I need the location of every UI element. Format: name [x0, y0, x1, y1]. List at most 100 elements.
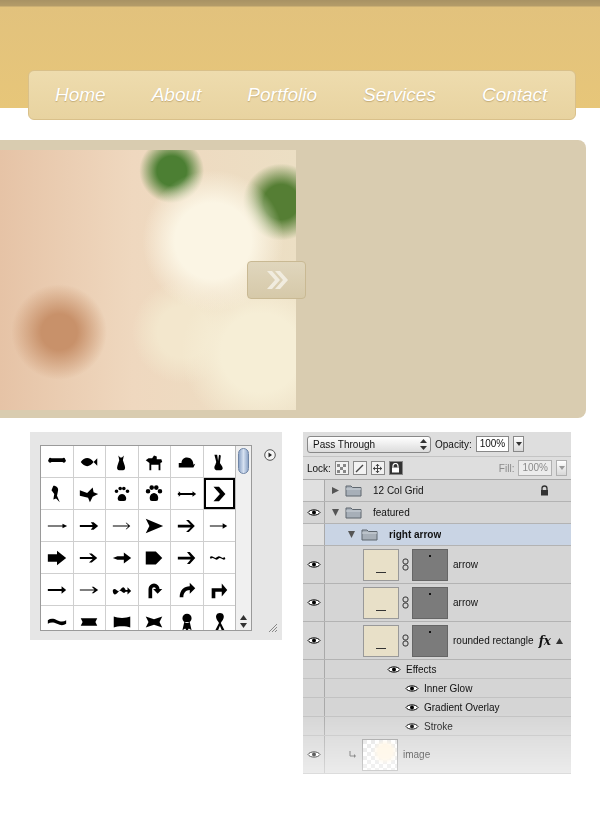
layer-row[interactable]: image: [303, 736, 571, 774]
layer-name: right arrow: [389, 529, 441, 540]
nav-link[interactable]: Home: [55, 84, 106, 106]
link-icon[interactable]: [402, 634, 409, 647]
nav-link[interactable]: Contact: [482, 84, 547, 106]
visibility-toggle[interactable]: [303, 736, 325, 773]
shape-icon: [143, 547, 165, 569]
link-icon[interactable]: [402, 596, 409, 609]
lock-label: Lock:: [307, 463, 331, 474]
nav-link[interactable]: Services: [363, 84, 436, 106]
move-icon: [373, 464, 382, 473]
scrollbar[interactable]: [235, 446, 251, 630]
updown-icon: [420, 439, 427, 450]
blend-mode-dropdown[interactable]: Pass Through: [307, 436, 431, 453]
shape-cell[interactable]: [139, 510, 171, 541]
visibility-toggle[interactable]: [303, 546, 325, 583]
lock-position-button[interactable]: [371, 461, 385, 475]
next-arrow-button[interactable]: [247, 261, 306, 299]
visibility-toggle[interactable]: [303, 480, 325, 501]
shape-cell[interactable]: [204, 478, 236, 509]
shape-cell[interactable]: [171, 446, 203, 477]
effects-row[interactable]: Effects: [303, 660, 571, 679]
effect-row[interactable]: Inner Glow: [303, 679, 571, 698]
shape-cell[interactable]: [204, 542, 236, 573]
shape-cell[interactable]: [171, 478, 203, 509]
shape-cell[interactable]: [41, 574, 73, 605]
shape-icon: [111, 611, 133, 631]
disclosure-triangle-icon[interactable]: [331, 486, 340, 495]
layer-thumbnail: [362, 739, 398, 771]
layer-row[interactable]: right arrow: [303, 524, 571, 546]
disclosure-triangle-icon[interactable]: [331, 508, 340, 517]
shape-cell[interactable]: [139, 606, 171, 630]
shape-icon: [111, 547, 133, 569]
effects-badge[interactable]: fx: [539, 634, 551, 648]
shape-cell[interactable]: [139, 478, 171, 509]
disclosure-triangle-icon[interactable]: [347, 530, 356, 539]
shape-cell[interactable]: [106, 478, 138, 509]
effects-toggle-icon[interactable]: [556, 638, 563, 644]
shape-cell[interactable]: [74, 446, 106, 477]
layer-list: 12 Col Grid featured right arrow arrow a…: [303, 480, 571, 774]
shape-cell[interactable]: [41, 510, 73, 541]
custom-shape-picker: [30, 432, 282, 640]
lock-pixels-button[interactable]: [353, 461, 367, 475]
shape-cell[interactable]: [74, 510, 106, 541]
shape-cell[interactable]: [74, 574, 106, 605]
shape-cell[interactable]: [74, 478, 106, 509]
shape-cell[interactable]: [41, 606, 73, 630]
visibility-toggle[interactable]: [303, 622, 325, 659]
shape-cell[interactable]: [41, 446, 73, 477]
shape-cell[interactable]: [74, 542, 106, 573]
fill-field[interactable]: 100%: [518, 460, 552, 476]
shape-icon: [176, 579, 198, 601]
layer-row[interactable]: arrow: [303, 546, 571, 584]
lock-transparency-button[interactable]: [335, 461, 349, 475]
eye-icon: [307, 636, 321, 645]
shape-cell[interactable]: [204, 446, 236, 477]
photoshop-panels: Pass Through Opacity: 100% Lock: Fill: 1…: [0, 432, 600, 774]
nav-link[interactable]: About: [152, 84, 202, 106]
layer-row[interactable]: 12 Col Grid: [303, 480, 571, 502]
shape-cell[interactable]: [204, 510, 236, 541]
layer-thumbnail: [363, 625, 399, 657]
layer-row[interactable]: featured: [303, 502, 571, 524]
shape-cell[interactable]: [171, 606, 203, 630]
scroll-up-icon[interactable]: [240, 615, 247, 620]
opacity-field[interactable]: 100%: [476, 436, 510, 452]
visibility-toggle[interactable]: [303, 524, 325, 545]
shape-cell[interactable]: [41, 478, 73, 509]
visibility-toggle[interactable]: [303, 502, 325, 523]
shape-cell[interactable]: [139, 574, 171, 605]
shape-cell[interactable]: [41, 542, 73, 573]
panel-menu-icon[interactable]: [264, 449, 276, 461]
layer-row[interactable]: rounded rectangle fx: [303, 622, 571, 660]
shape-cell[interactable]: [204, 574, 236, 605]
resize-grip-icon[interactable]: [268, 623, 278, 633]
effect-name: Gradient Overlay: [424, 702, 500, 713]
fill-slider-button[interactable]: [556, 460, 567, 476]
effect-row[interactable]: Stroke: [303, 717, 571, 736]
shape-cell[interactable]: [106, 510, 138, 541]
lock-all-button[interactable]: [389, 461, 403, 475]
shape-cell[interactable]: [139, 542, 171, 573]
shape-cell[interactable]: [204, 606, 236, 630]
effect-row[interactable]: Gradient Overlay: [303, 698, 571, 717]
fill-label: Fill:: [499, 463, 515, 474]
opacity-slider-button[interactable]: [513, 436, 524, 452]
visibility-toggle[interactable]: [303, 584, 325, 621]
shape-cell[interactable]: [171, 574, 203, 605]
scroll-down-icon[interactable]: [240, 623, 247, 628]
shape-cell[interactable]: [106, 606, 138, 630]
shape-cell[interactable]: [139, 446, 171, 477]
shape-cell[interactable]: [106, 542, 138, 573]
shape-cell[interactable]: [106, 574, 138, 605]
shape-cell[interactable]: [106, 446, 138, 477]
shape-cell[interactable]: [171, 542, 203, 573]
brush-icon: [355, 464, 364, 473]
eye-icon: [307, 750, 321, 759]
shape-cell[interactable]: [74, 606, 106, 630]
nav-link[interactable]: Portfolio: [247, 84, 317, 106]
shape-cell[interactable]: [171, 510, 203, 541]
layer-row[interactable]: arrow: [303, 584, 571, 622]
link-icon[interactable]: [402, 558, 409, 571]
